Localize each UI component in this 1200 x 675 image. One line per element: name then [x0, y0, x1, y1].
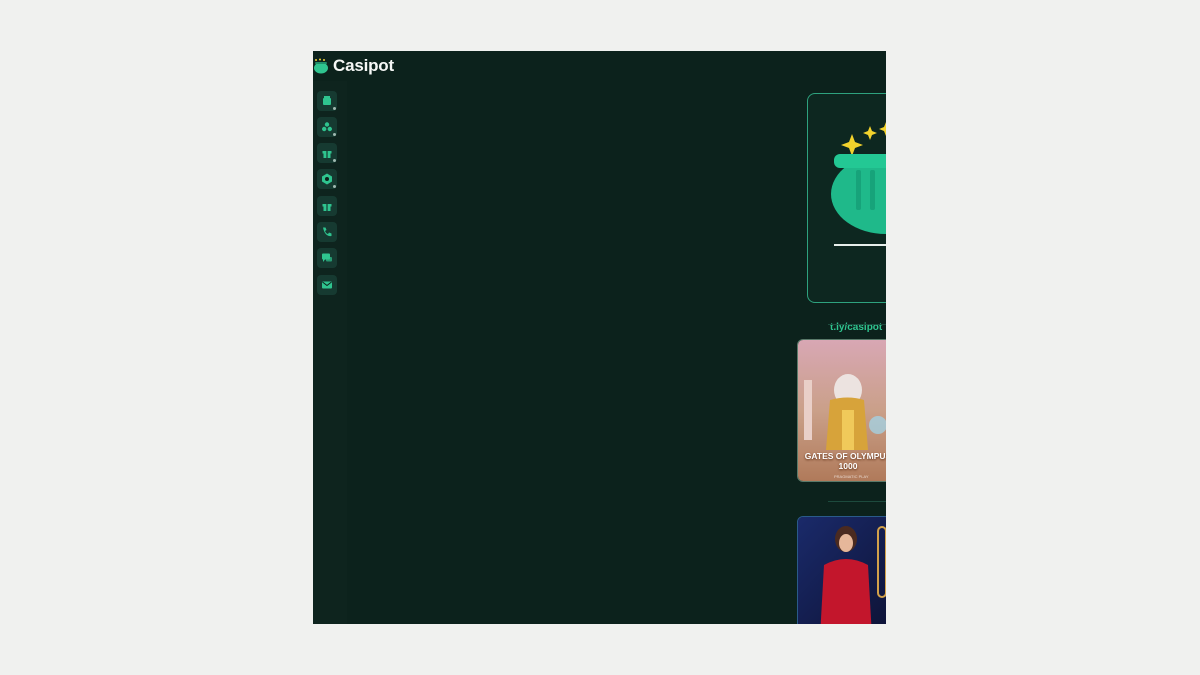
casino-chips-icon [322, 122, 332, 132]
game-title: GATES OF OLYMPUS 1000 [804, 451, 886, 471]
sidebar-item-mail[interactable] [317, 275, 337, 295]
casino-app-window: Casipot t.ly/casipot GATES OF OLYMPUS 10… [313, 51, 886, 624]
sidebar-item-slots[interactable] [317, 91, 337, 111]
phone-icon [323, 227, 332, 237]
promo-card[interactable]: t.ly/casipot [807, 93, 886, 333]
logo[interactable]: Casipot [313, 51, 394, 81]
promo-divider [834, 244, 886, 246]
sidebar-item-chat[interactable] [317, 248, 337, 268]
chat-icon [322, 253, 332, 262]
promotions-gift-icon [322, 204, 332, 211]
pot-logo-icon [313, 58, 329, 74]
game-card-gates-of-olympus[interactable]: GATES OF OLYMPUS 1000 PRAGMATIC PLAY [797, 339, 886, 482]
game-provider: PRAGMATIC PLAY [834, 474, 869, 479]
mail-icon [322, 281, 332, 289]
sidebar-item-promotions[interactable] [317, 196, 337, 216]
sidebar-item-phone[interactable] [317, 222, 337, 242]
gift-icon [322, 151, 332, 158]
section-divider [828, 324, 886, 325]
section-divider [828, 501, 886, 502]
slots-icon [323, 96, 331, 105]
sidebar-item-bonuses[interactable] [317, 143, 337, 163]
game-card-live-dealer[interactable] [797, 516, 886, 624]
logo-text: Casipot [333, 56, 394, 75]
game-thumbnail-live-dealer [798, 517, 886, 624]
vip-badge-icon [322, 173, 332, 185]
sidebar-item-live-casino[interactable] [317, 117, 337, 137]
pot-of-gold-icon [831, 122, 886, 234]
sidebar-item-vip[interactable] [317, 169, 337, 189]
